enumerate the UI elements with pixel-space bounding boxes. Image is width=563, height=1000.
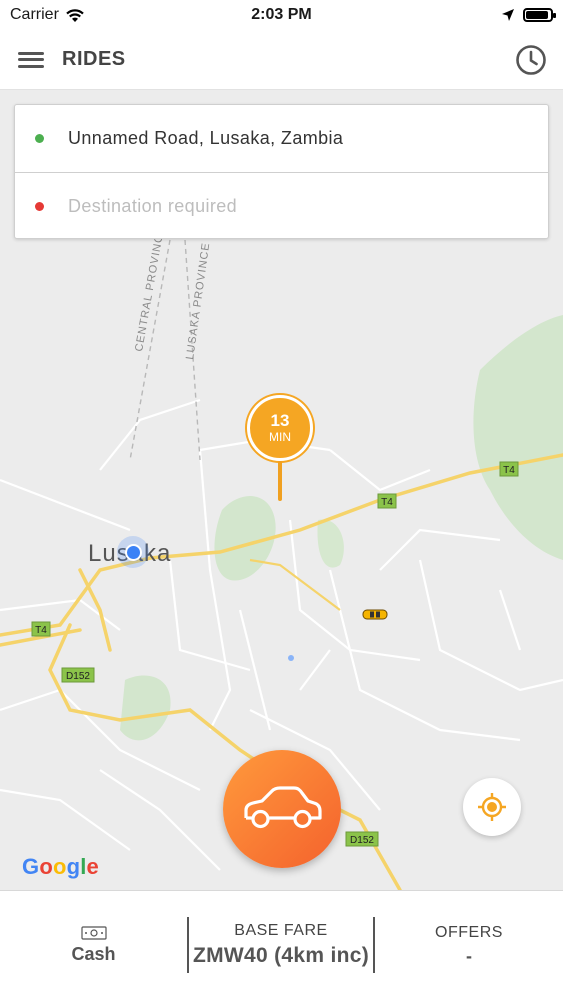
current-location-dot — [124, 543, 142, 561]
destination-field[interactable]: Destination required — [15, 172, 548, 239]
app-header: RIDES — [0, 30, 563, 90]
my-location-button[interactable] — [463, 778, 521, 836]
page-title: RIDES — [62, 48, 126, 70]
destination-dot-icon — [35, 201, 44, 211]
hamburger-menu-icon[interactable] — [18, 50, 44, 70]
map-view[interactable]: CENTRAL PROVINCE LUSAKA PROVINCE T4 T4 T… — [0, 90, 563, 890]
request-ride-button[interactable] — [223, 750, 341, 868]
road-label-central-province: CENTRAL PROVINCE — [133, 225, 167, 353]
battery-icon — [523, 8, 556, 22]
road-shield-label: T4 — [503, 465, 515, 476]
bottom-bar: Cash BASE FARE ZMW40 (4km inc) OFFERS - — [0, 890, 563, 1000]
eta-value: 13 — [270, 411, 290, 430]
road-shield-t4-center: T4 — [377, 493, 397, 509]
car-icon — [244, 786, 322, 829]
pickup-field[interactable]: Unnamed Road, Lusaka, Zambia — [15, 105, 548, 172]
payment-method-label: Cash — [71, 943, 116, 964]
wifi-icon — [66, 8, 84, 22]
road-shield-label: T4 — [381, 497, 393, 508]
road-shield-d152-south: D152 — [345, 831, 379, 847]
crosshair-location-icon — [478, 793, 506, 821]
road-shield-t4-east: T4 — [499, 461, 519, 477]
carrier-label: Carrier — [10, 6, 59, 23]
payment-method-button[interactable]: Cash — [0, 917, 187, 973]
status-bar-right — [501, 8, 556, 22]
battery-level — [526, 11, 548, 19]
offers-button[interactable]: OFFERS - — [375, 917, 563, 973]
road-shield-d152-west: D152 — [61, 667, 95, 683]
taxi-icon — [362, 609, 388, 620]
road-shield-label: D152 — [66, 671, 90, 682]
address-card: Unnamed Road, Lusaka, Zambia Destination… — [14, 104, 549, 239]
status-bar: Carrier 2:03 PM — [0, 0, 563, 30]
base-fare-section: BASE FARE ZMW40 (4km inc) — [187, 917, 375, 973]
status-bar-left: Carrier — [10, 6, 85, 24]
cash-icon — [80, 925, 107, 940]
pickup-dot-icon — [35, 134, 44, 143]
current-location-marker — [117, 536, 149, 568]
offers-value: - — [466, 945, 472, 966]
base-fare-value: ZMW40 (4km inc) — [192, 944, 370, 967]
pickup-address: Unnamed Road, Lusaka, Zambia — [68, 128, 344, 148]
eta-pin[interactable]: 13 MIN — [247, 395, 313, 505]
road-label-lusaka-province: LUSAKA PROVINCE — [184, 242, 212, 361]
road-shield-label: T4 — [35, 625, 47, 636]
google-logo: Google — [22, 854, 99, 879]
eta-unit: MIN — [269, 430, 291, 444]
base-fare-label: BASE FARE — [234, 922, 328, 939]
eta-pin-stem — [278, 461, 282, 501]
destination-placeholder: Destination required — [68, 195, 238, 216]
road-shield-t4-west: T4 — [31, 621, 51, 637]
location-arrow-icon — [502, 9, 514, 21]
clock-icon[interactable] — [515, 44, 547, 76]
eta-badge: 13 MIN — [247, 395, 313, 461]
road-shield-label: D152 — [350, 835, 374, 846]
offers-label: OFFERS — [435, 923, 503, 941]
